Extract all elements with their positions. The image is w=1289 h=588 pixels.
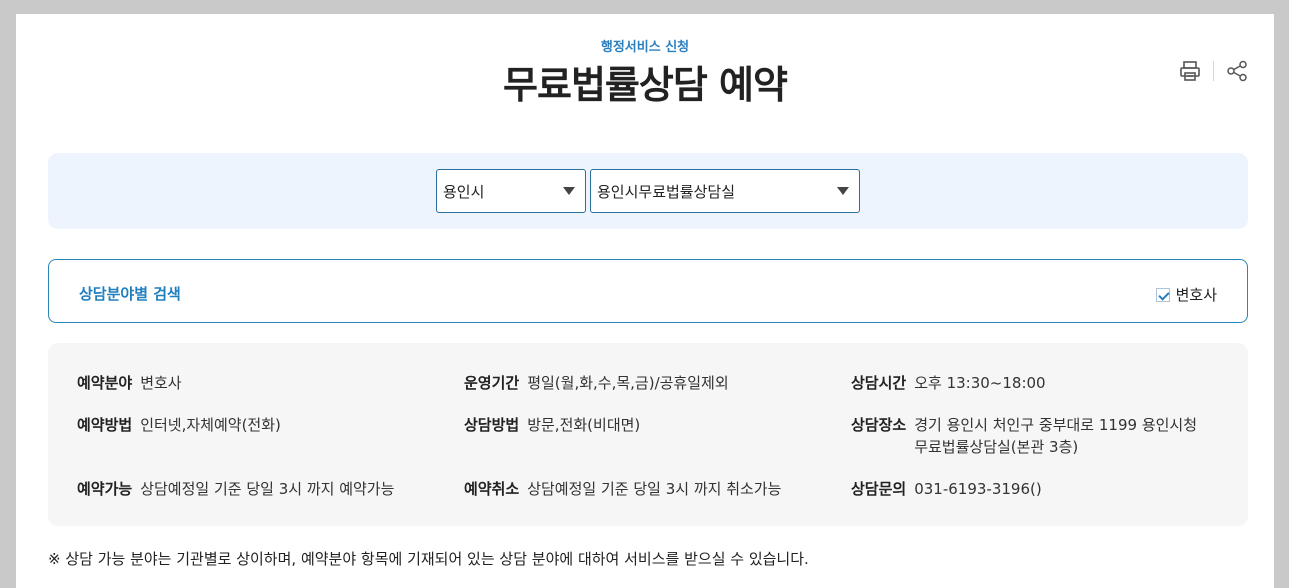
info-value: 031-6193-3196() xyxy=(914,480,1042,498)
page-title: 무료법률상담 예약 xyxy=(503,63,788,107)
info-value: 상담예정일 기준 당일 3시 까지 예약가능 xyxy=(140,480,395,498)
info-consult-method: 상담방법 방문,전화(비대면) xyxy=(464,414,640,436)
info-field: 예약분야 변호사 xyxy=(77,372,182,394)
lawyer-checkbox[interactable]: 변호사 xyxy=(1155,284,1217,305)
info-period: 운영기간 평일(월,화,수,목,금)/공휴일제외 xyxy=(464,372,729,394)
page-subtitle: 행정서비스 신청 xyxy=(600,40,690,55)
office-select-value: 용인시무료법률상담실 xyxy=(597,182,736,201)
info-label: 예약방법 xyxy=(77,416,133,434)
info-value: 오후 13:30~18:00 xyxy=(914,374,1046,392)
filter-panel: 용인시 용인시무료법률상담실 xyxy=(48,153,1248,229)
info-value: 변호사 xyxy=(140,374,182,392)
info-place: 상담장소 경기 용인시 처인구 중부대로 1199 용인시청 무료법률상담실(본… xyxy=(851,414,1197,458)
place-line-2: 무료법률상담실(본관 3층) xyxy=(914,438,1079,456)
info-label: 상담문의 xyxy=(851,480,907,498)
region-select[interactable]: 용인시 xyxy=(436,169,586,213)
info-contact: 상담문의 031-6193-3196() xyxy=(851,478,1042,500)
caret-down-icon xyxy=(563,187,575,195)
info-value: 평일(월,화,수,목,금)/공휴일제외 xyxy=(527,374,729,392)
printer-icon[interactable] xyxy=(1177,58,1203,84)
info-value: 경기 용인시 처인구 중부대로 1199 용인시청 무료법률상담실(본관 3층) xyxy=(914,414,1197,458)
info-cancel: 예약취소 상담예정일 기준 당일 3시 까지 취소가능 xyxy=(464,478,781,500)
caret-down-icon xyxy=(837,187,849,195)
info-availability: 예약가능 상담예정일 기준 당일 3시 까지 예약가능 xyxy=(77,478,394,500)
toolbar xyxy=(1177,58,1250,84)
service-note: ※ 상담 가능 분야는 기관별로 상이하며, 예약분야 항목에 기재되어 있는 … xyxy=(48,550,809,568)
info-label: 상담시간 xyxy=(851,374,907,392)
category-search-title: 상담분야별 검색 xyxy=(79,285,181,303)
lawyer-checkbox-label: 변호사 xyxy=(1175,286,1217,304)
place-line-1: 경기 용인시 처인구 중부대로 1199 용인시청 xyxy=(914,416,1198,434)
toolbar-divider xyxy=(1213,61,1214,81)
reservation-info-panel: 예약분야 변호사 운영기간 평일(월,화,수,목,금)/공휴일제외 상담시간 오… xyxy=(48,343,1248,526)
info-label: 상담방법 xyxy=(464,416,520,434)
share-icon[interactable] xyxy=(1224,58,1250,84)
info-label: 예약가능 xyxy=(77,480,133,498)
info-method: 예약방법 인터넷,자체예약(전화) xyxy=(77,414,281,436)
info-time: 상담시간 오후 13:30~18:00 xyxy=(851,372,1046,394)
info-label: 상담장소 xyxy=(851,416,907,434)
info-value: 상담예정일 기준 당일 3시 까지 취소가능 xyxy=(527,480,782,498)
info-label: 예약취소 xyxy=(464,480,520,498)
info-label: 예약분야 xyxy=(77,374,133,392)
office-select[interactable]: 용인시무료법률상담실 xyxy=(590,169,860,213)
info-label: 운영기간 xyxy=(464,374,520,392)
info-value: 인터넷,자체예약(전화) xyxy=(140,416,281,434)
region-select-value: 용인시 xyxy=(443,182,485,201)
info-value: 방문,전화(비대면) xyxy=(527,416,641,434)
category-search-panel: 상담분야별 검색 변호사 xyxy=(48,259,1248,323)
page: 행정서비스 신청 무료법률상담 예약 용인시 용인시무료법률상담실 상담분야별 … xyxy=(16,14,1274,588)
checkbox-checked-icon[interactable] xyxy=(1155,287,1170,302)
